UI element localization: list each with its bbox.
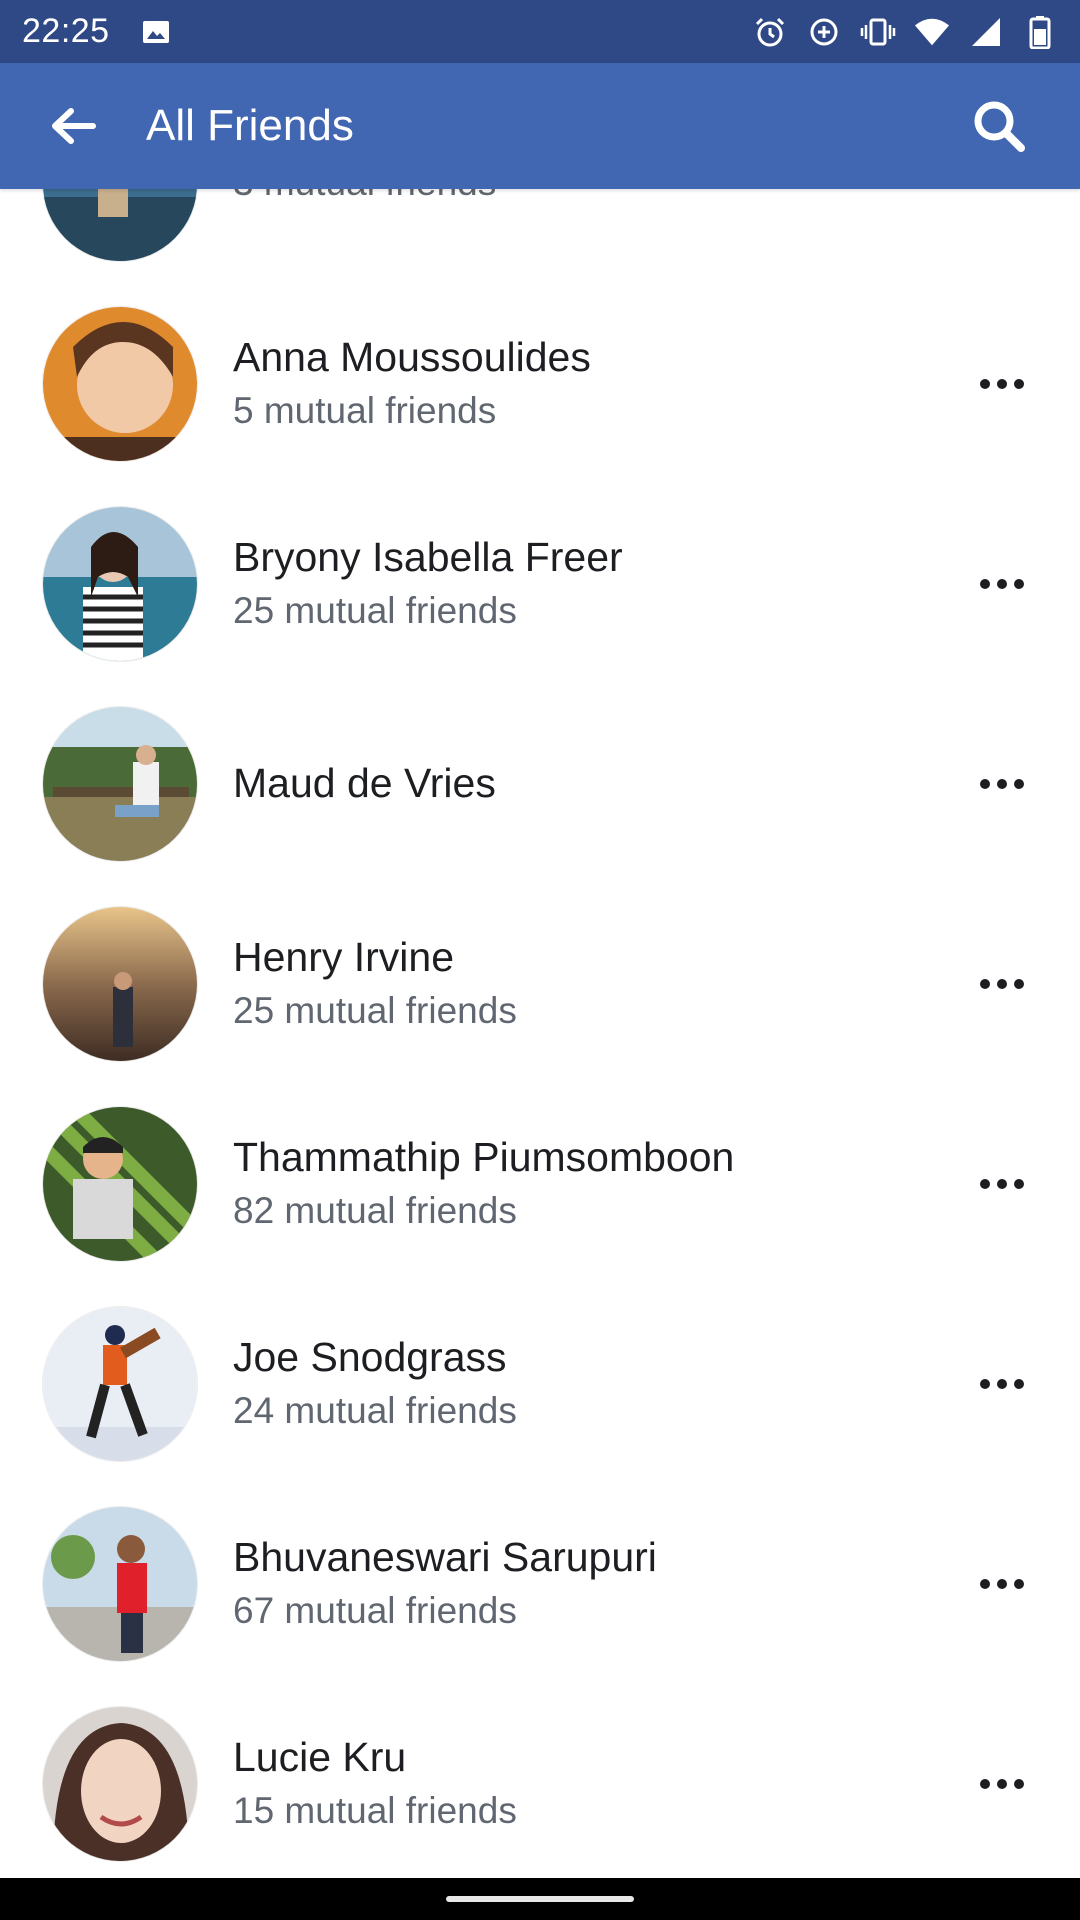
- friend-row[interactable]: Bhuvaneswari Sarupuri 67 mutual friends: [0, 1483, 1080, 1683]
- search-icon: [974, 101, 1025, 152]
- friend-name: Henry Irvine: [233, 934, 455, 980]
- status-bar: 22:25: [0, 0, 1080, 63]
- home-gesture-handle[interactable]: [446, 1896, 634, 1902]
- mutual-friends-count: 15 mutual friends: [233, 1790, 517, 1831]
- friend-name: Maud de Vries: [233, 760, 496, 806]
- friend-row[interactable]: Anna Moussoulides 5 mutual friends: [0, 283, 1080, 483]
- more-options-button[interactable]: [966, 548, 1038, 620]
- more-options-button[interactable]: [966, 348, 1038, 420]
- status-time: 22:25: [22, 12, 110, 50]
- system-navigation-bar: [0, 1878, 1080, 1920]
- avatar: [42, 1106, 198, 1262]
- friend-name: Joe Snodgrass: [233, 1334, 507, 1380]
- alarm-icon: [752, 14, 788, 50]
- avatar: [42, 1306, 198, 1462]
- friend-name: Thammathip Piumsomboon: [233, 1134, 735, 1180]
- friend-name: Lucie Kru: [233, 1734, 407, 1780]
- signal-icon: [968, 14, 1004, 50]
- more-options-button[interactable]: [966, 948, 1038, 1020]
- search-button[interactable]: [936, 63, 1062, 189]
- friend-list: 3 mutual friends Anna Moussoulides 5 mut…: [0, 83, 1080, 1883]
- more-dots-icon: [980, 1379, 990, 1389]
- more-options-button[interactable]: [966, 1148, 1038, 1220]
- mutual-friends-count: 82 mutual friends: [233, 1190, 517, 1231]
- mutual-friends-count: 24 mutual friends: [233, 1390, 517, 1431]
- mutual-friends-count: 25 mutual friends: [233, 990, 517, 1031]
- more-dots-icon: [980, 1579, 990, 1589]
- more-dots-icon: [980, 579, 990, 589]
- friend-name: Bhuvaneswari Sarupuri: [233, 1534, 657, 1580]
- app-bar: All Friends: [0, 63, 1080, 189]
- friend-row[interactable]: Lucie Kru 15 mutual friends: [0, 1683, 1080, 1883]
- page-title: All Friends: [146, 101, 354, 150]
- more-dots-icon: [980, 779, 990, 789]
- more-dots-icon: [980, 379, 990, 389]
- mutual-friends-count: 25 mutual friends: [233, 590, 517, 631]
- friend-row[interactable]: Henry Irvine 25 mutual friends: [0, 883, 1080, 1083]
- battery-icon: [1022, 14, 1058, 50]
- avatar: [42, 306, 198, 462]
- friend-row[interactable]: Thammathip Piumsomboon 82 mutual friends: [0, 1083, 1080, 1283]
- avatar: [42, 506, 198, 662]
- friend-row[interactable]: Bryony Isabella Freer 25 mutual friends: [0, 483, 1080, 683]
- avatar: [42, 706, 198, 862]
- data-saver-icon: [806, 14, 842, 50]
- more-options-button[interactable]: [966, 1748, 1038, 1820]
- mutual-friends-count: 5 mutual friends: [233, 390, 497, 431]
- arrow-left-icon: [52, 108, 96, 144]
- friend-name: Anna Moussoulides: [233, 334, 591, 380]
- wifi-icon: [914, 14, 950, 50]
- more-options-button[interactable]: [966, 1548, 1038, 1620]
- friends-screen: 22:25 All Friends Anna Moussoulides 5 mu…: [0, 0, 1080, 1920]
- more-dots-icon: [980, 1779, 990, 1789]
- mutual-friends-count: 67 mutual friends: [233, 1590, 517, 1631]
- avatar: [42, 1706, 198, 1862]
- avatar: [42, 906, 198, 1062]
- friend-name: Bryony Isabella Freer: [233, 534, 623, 580]
- more-options-button[interactable]: [966, 748, 1038, 820]
- back-button[interactable]: [0, 63, 146, 189]
- friend-row[interactable]: Maud de Vries: [0, 683, 1080, 883]
- image-icon: [138, 14, 174, 50]
- friend-row[interactable]: Joe Snodgrass 24 mutual friends: [0, 1283, 1080, 1483]
- more-dots-icon: [980, 1179, 990, 1189]
- avatar: [42, 1506, 198, 1662]
- vibrate-icon: [860, 14, 896, 50]
- more-dots-icon: [980, 979, 990, 989]
- more-options-button[interactable]: [966, 1348, 1038, 1420]
